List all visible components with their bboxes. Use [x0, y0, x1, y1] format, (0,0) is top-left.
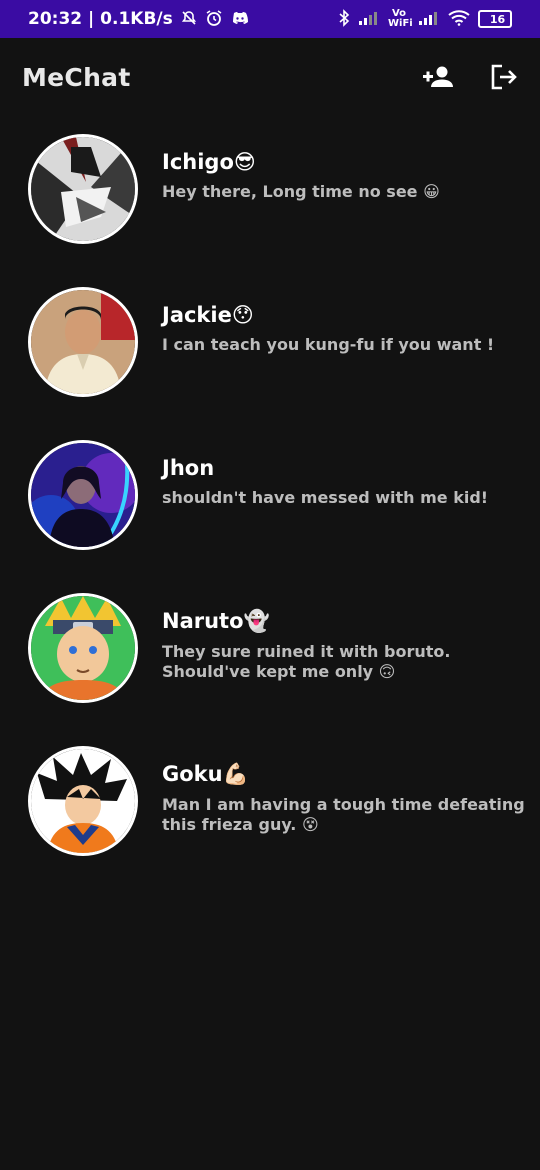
alarm-icon — [205, 9, 223, 30]
status-time-speed: 20:32 | 0.1KB/s — [28, 9, 173, 29]
chat-text: Goku💪🏻 Man I am having a tough time defe… — [162, 762, 540, 835]
chat-last-message: Man I am having a tough time defeating t… — [162, 795, 525, 834]
avatar — [28, 593, 138, 703]
chat-item-goku[interactable]: Goku💪🏻 Man I am having a tough time defe… — [0, 746, 540, 899]
chat-last-message: They sure ruined it with boruto. Should'… — [162, 642, 451, 681]
signal-icon-2 — [418, 11, 440, 28]
chat-item-jackie[interactable]: Jackie😯 I can teach you kung-fu if you w… — [0, 287, 540, 440]
chat-last-message: Hey there, Long time no see 😀 — [162, 182, 440, 201]
app-bar: MeChat — [0, 38, 540, 116]
app-title: MeChat — [22, 62, 131, 92]
bluetooth-icon — [338, 8, 350, 30]
signal-icon — [358, 11, 380, 28]
chat-name: Goku💪🏻 — [162, 762, 249, 786]
avatar — [28, 287, 138, 397]
chat-name: Naruto👻 — [162, 609, 270, 633]
chat-item-ichigo[interactable]: Ichigo😎 Hey there, Long time no see 😀 — [0, 134, 540, 287]
chat-name: Jackie😯 — [162, 303, 254, 327]
vo-wifi-label: Vo WiFi — [388, 8, 413, 29]
chat-item-jhon[interactable]: Jhon shouldn't have messed with me kid! — [0, 440, 540, 593]
battery-level: 16 — [489, 12, 506, 26]
battery-icon: 16 — [478, 10, 512, 28]
status-left: 20:32 | 0.1KB/s — [28, 9, 249, 30]
chat-last-message: shouldn't have messed with me kid! — [162, 488, 489, 507]
discord-icon — [231, 11, 249, 28]
wifi-icon — [448, 9, 470, 29]
status-right: Vo WiFi 16 — [338, 9, 512, 30]
chat-text: Ichigo😎 Hey there, Long time no see 😀 — [162, 150, 540, 202]
avatar — [28, 134, 138, 244]
avatar — [28, 440, 138, 550]
chat-name: Ichigo😎 — [162, 150, 256, 174]
chat-list: Ichigo😎 Hey there, Long time no see 😀 Ja… — [0, 116, 540, 899]
chat-text: Jhon shouldn't have messed with me kid! — [162, 456, 540, 508]
app-bar-actions — [422, 61, 520, 93]
chat-text: Naruto👻 They sure ruined it with boruto.… — [162, 609, 540, 682]
avatar — [28, 746, 138, 856]
add-friend-icon[interactable] — [422, 61, 454, 93]
mute-notification-icon — [181, 10, 197, 29]
chat-item-naruto[interactable]: Naruto👻 They sure ruined it with boruto.… — [0, 593, 540, 746]
chat-text: Jackie😯 I can teach you kung-fu if you w… — [162, 303, 540, 355]
chat-name: Jhon — [162, 456, 215, 480]
status-bar: 20:32 | 0.1KB/s Vo WiFi 16 — [0, 0, 540, 38]
chat-last-message: I can teach you kung-fu if you want ! — [162, 335, 495, 354]
logout-icon[interactable] — [488, 61, 520, 93]
